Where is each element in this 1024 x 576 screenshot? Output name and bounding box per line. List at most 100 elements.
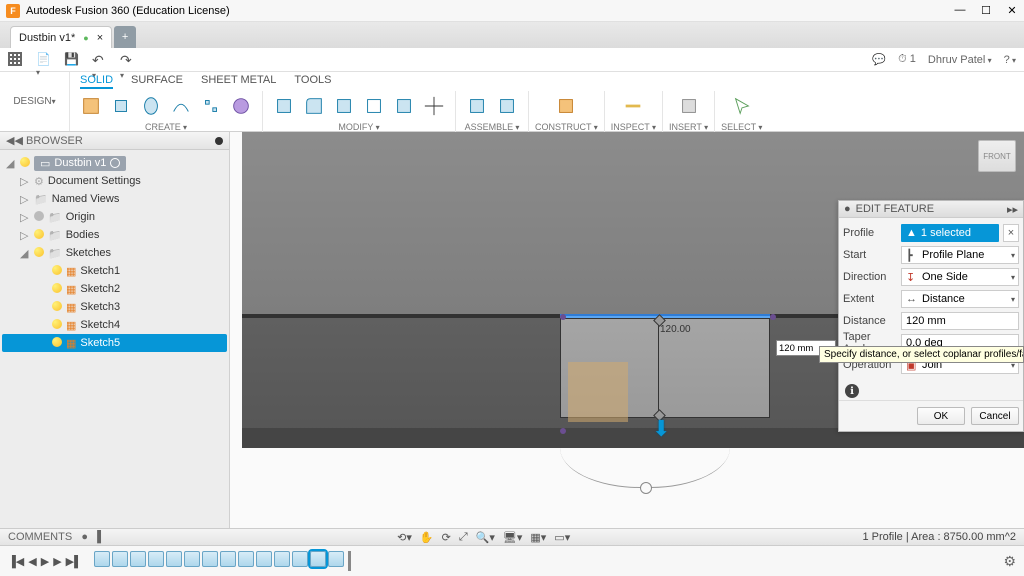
viewport[interactable]: 120.00 ⬇ FRONT 120 mm ●EDIT FEATURE▸▸ Pr… — [230, 132, 1024, 528]
extent-select[interactable]: Distance — [901, 290, 1019, 308]
inspect-tool-icon[interactable] — [618, 91, 648, 121]
visibility-bulb-icon[interactable] — [52, 283, 62, 296]
browser-options-icon[interactable] — [215, 137, 223, 145]
orbit-icon[interactable]: ⟲▾ — [397, 531, 412, 544]
pan-icon[interactable]: ✋ — [420, 531, 434, 544]
timeline-end-icon[interactable]: ▶▌ — [66, 555, 82, 568]
primitive-tool-icon[interactable] — [226, 91, 256, 121]
create-section-label[interactable]: CREATE — [145, 121, 187, 132]
viewport-layout-icon[interactable]: ▭▾ — [554, 531, 570, 544]
panel-header[interactable]: ●EDIT FEATURE▸▸ — [839, 201, 1023, 218]
select-section-label[interactable]: SELECT — [721, 121, 762, 132]
timeline-feature[interactable] — [94, 551, 110, 567]
pressp-tool-icon[interactable] — [269, 91, 299, 121]
timeline-feature[interactable] — [202, 551, 218, 567]
sketch-node[interactable] — [560, 314, 566, 320]
revolve-tool-icon[interactable] — [136, 91, 166, 121]
tree-item-sketch-selected[interactable]: Sketch5 — [2, 334, 227, 352]
visibility-bulb-icon[interactable] — [52, 319, 62, 332]
save-icon[interactable] — [64, 52, 80, 68]
timeline-feature[interactable] — [220, 551, 236, 567]
timeline-start-icon[interactable]: ▐◀ — [8, 555, 24, 568]
sketch-node[interactable] — [560, 428, 566, 434]
joint-tool-icon[interactable] — [492, 91, 522, 121]
inspect-section-label[interactable]: INSPECT — [611, 121, 656, 132]
timeline-feature[interactable] — [130, 551, 146, 567]
grid-settings-icon[interactable]: ▦▾ — [530, 531, 546, 544]
visibility-bulb-icon[interactable] — [34, 229, 44, 242]
construct-section-label[interactable]: CONSTRUCT — [535, 121, 598, 132]
close-button[interactable]: ✕ — [1006, 4, 1018, 17]
user-menu[interactable]: Dhruv Patel — [928, 54, 992, 66]
visibility-bulb-icon[interactable] — [52, 337, 62, 350]
assemble-section-label[interactable]: ASSEMBLE — [465, 121, 520, 132]
shell-tool-icon[interactable] — [359, 91, 389, 121]
notification-icon[interactable]: 💬 — [872, 53, 886, 66]
direction-select[interactable]: One Side — [901, 268, 1019, 286]
panel-info-icon[interactable] — [839, 380, 1023, 400]
look-icon[interactable]: ⟳ — [442, 531, 451, 544]
timeline-feature-active[interactable] — [310, 551, 326, 567]
tab-sheetmetal[interactable]: SHEET METAL — [201, 74, 276, 89]
dimension-value[interactable]: 120.00 — [660, 324, 691, 335]
tree-item-named-views[interactable]: ▷Named Views — [2, 190, 227, 208]
data-panel-icon[interactable] — [8, 52, 24, 68]
construct-tool-icon[interactable] — [551, 91, 581, 121]
close-tab-icon[interactable]: × — [97, 32, 103, 44]
tab-tools[interactable]: TOOLS — [294, 74, 331, 89]
timeline-feature[interactable] — [184, 551, 200, 567]
timeline-play-icon[interactable]: ▶ — [41, 555, 49, 568]
modify-section-label[interactable]: MODIFY — [338, 121, 379, 132]
timeline-feature[interactable] — [274, 551, 290, 567]
comments-toggle[interactable]: COMMENTS ● ▌ — [8, 531, 105, 543]
browser-header[interactable]: ◀◀ BROWSER — [0, 132, 229, 150]
profile-selection-chip[interactable]: ▲1 selected — [901, 224, 999, 242]
sweep-tool-icon[interactable] — [166, 91, 196, 121]
tree-item-doc-settings[interactable]: ▷Document Settings — [2, 172, 227, 190]
tree-item-sketch[interactable]: Sketch2 — [2, 280, 227, 298]
taper-angle-widget[interactable] — [560, 448, 730, 488]
tree-item-bodies[interactable]: ▷Bodies — [2, 226, 227, 244]
tree-item-sketch[interactable]: Sketch3 — [2, 298, 227, 316]
workspace-switcher[interactable]: DESIGN — [0, 72, 70, 131]
timeline-feature[interactable] — [148, 551, 164, 567]
tree-item-origin[interactable]: ▷Origin — [2, 208, 227, 226]
sketch-node[interactable] — [770, 314, 776, 320]
extrude-drag-arrow-icon[interactable]: ⬇ — [652, 416, 670, 442]
tree-item-sketch[interactable]: Sketch1 — [2, 262, 227, 280]
timeline-feature[interactable] — [238, 551, 254, 567]
timeline-settings-icon[interactable]: ⚙ — [1003, 553, 1016, 570]
visibility-bulb-icon[interactable] — [34, 247, 44, 260]
extrude-selected-profile[interactable] — [560, 314, 770, 318]
timeline-feature[interactable] — [328, 551, 344, 567]
tab-solid[interactable]: SOLID — [80, 74, 113, 89]
sketch-tool-icon[interactable] — [76, 91, 106, 121]
tab-surface[interactable]: SURFACE — [131, 74, 183, 89]
draft-tool-icon[interactable] — [389, 91, 419, 121]
zoom-icon[interactable]: 🔍▾ — [476, 531, 495, 544]
distance-input[interactable]: 120 mm — [901, 312, 1019, 330]
tree-item-sketch[interactable]: Sketch4 — [2, 316, 227, 334]
timeline-feature[interactable] — [256, 551, 272, 567]
timeline-feature[interactable] — [166, 551, 182, 567]
viewcube[interactable]: FRONT — [978, 140, 1016, 172]
file-menu-icon[interactable] — [36, 52, 52, 68]
start-select[interactable]: Profile Plane — [901, 246, 1019, 264]
extrude-tool-icon[interactable] — [106, 91, 136, 121]
new-document-tab[interactable]: + — [114, 26, 136, 48]
tree-item-sketches[interactable]: ◢Sketches — [2, 244, 227, 262]
assemble-tool-icon[interactable] — [462, 91, 492, 121]
timeline-feature[interactable] — [112, 551, 128, 567]
ok-button[interactable]: OK — [917, 407, 965, 425]
tree-root[interactable]: ◢ ▭Dustbin v1 — [2, 154, 227, 172]
timeline-feature[interactable] — [292, 551, 308, 567]
undo-icon[interactable] — [92, 52, 108, 68]
job-status-icon[interactable]: ⏱ 1 — [898, 53, 916, 66]
maximize-button[interactable]: ☐ — [980, 4, 992, 17]
insert-tool-icon[interactable] — [674, 91, 704, 121]
timeline-prev-icon[interactable]: ◀ — [28, 555, 36, 568]
timeline-next-icon[interactable]: ▶ — [53, 555, 61, 568]
minimize-button[interactable]: — — [954, 4, 966, 17]
fillet-tool-icon[interactable] — [299, 91, 329, 121]
visibility-bulb-icon[interactable] — [52, 301, 62, 314]
